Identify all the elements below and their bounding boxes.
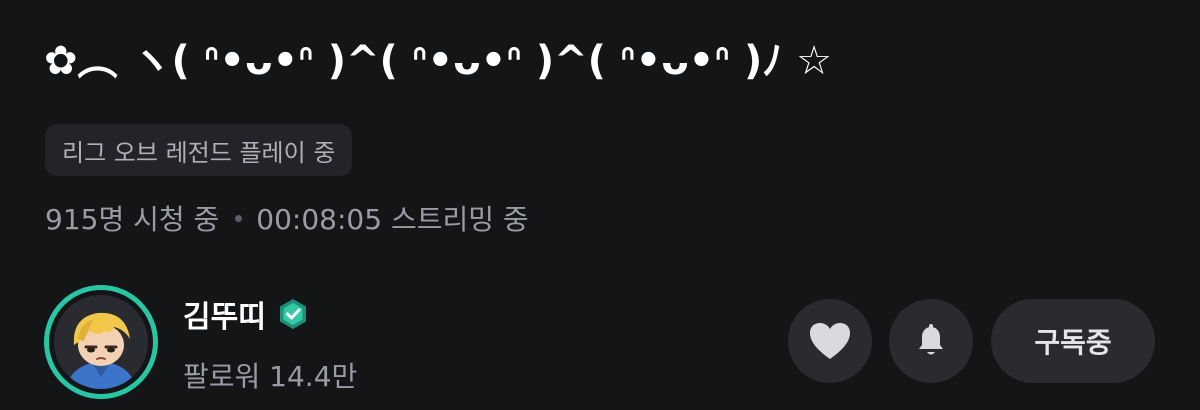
category-chip[interactable]: 리그 오브 레전드 플레이 중 (45, 124, 353, 176)
category-label: 리그 오브 레전드 플레이 중 (62, 138, 336, 167)
notification-button[interactable] (889, 299, 973, 383)
follower-count: 팔로워 14.4만 (183, 360, 358, 393)
avatar (54, 295, 148, 389)
streamer-avatar-ring[interactable] (44, 285, 158, 399)
streamer-name: 김뚜띠 (183, 300, 266, 335)
stream-duration: 00:08:05 스트리밍 중 (256, 203, 529, 236)
separator-dot (235, 214, 243, 222)
subscribe-button[interactable]: 구독중 (991, 299, 1155, 383)
avatar-illustration (54, 295, 148, 389)
bell-icon (919, 324, 943, 355)
like-button[interactable] (788, 299, 872, 383)
stream-stats: 915명 시청 중 00:08:05 스트리밍 중 (45, 196, 529, 240)
viewer-count: 915명 시청 중 (45, 203, 220, 236)
stream-title: ✿︵ ヽ( ᐢ•ᴗ•ᐢ )^( ᐢ•ᴗ•ᐢ )^( ᐢ•ᴗ•ᐢ )ﾉ ☆ (44, 38, 833, 84)
streamer-name-row[interactable]: 김뚜띠 (183, 292, 310, 336)
verified-badge-icon (276, 297, 310, 331)
heart-icon (810, 323, 850, 359)
